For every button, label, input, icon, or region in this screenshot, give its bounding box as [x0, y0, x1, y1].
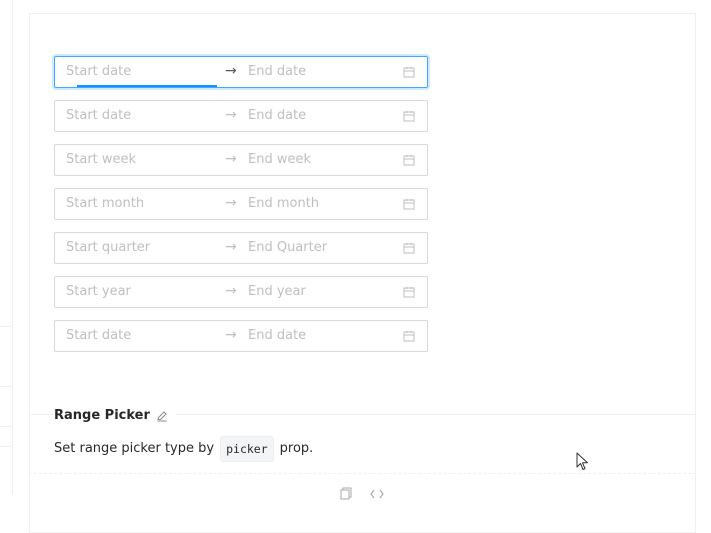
range-picker[interactable]: Start date → End date [54, 100, 428, 132]
start-date-input[interactable]: Start date [66, 101, 131, 131]
range-picker[interactable]: Start week → End week [54, 144, 428, 176]
start-date-input[interactable]: Start date [66, 321, 131, 351]
range-separator: → [225, 239, 237, 255]
range-picker[interactable]: Start year → End year [54, 276, 428, 308]
range-separator: → [225, 327, 237, 343]
calendar-icon [403, 198, 415, 210]
rail-divider [0, 426, 12, 427]
end-date-input[interactable]: End date [248, 321, 306, 351]
code-icon[interactable] [370, 486, 384, 500]
calendar-icon [403, 110, 415, 122]
range-separator: → [225, 107, 237, 123]
range-separator: → [225, 283, 237, 299]
calendar-icon [403, 330, 415, 342]
end-date-input[interactable]: End date [248, 101, 306, 131]
left-rail [0, 0, 13, 494]
range-picker[interactable]: Start month → End month [54, 188, 428, 220]
calendar-icon [403, 286, 415, 298]
rail-divider [0, 326, 12, 327]
rail-divider [0, 446, 12, 447]
calendar-icon [403, 242, 415, 254]
rail-divider [0, 386, 12, 387]
range-picker[interactable]: Start date → End date [54, 56, 428, 88]
end-date-input[interactable]: End year [248, 277, 306, 307]
end-date-input[interactable]: End month [248, 189, 319, 219]
calendar-icon [403, 154, 415, 166]
desc-prefix: Set range picker type by [54, 441, 215, 456]
range-picker[interactable]: Start date → End date [54, 320, 428, 352]
mouse-cursor-icon [576, 452, 588, 470]
demo-title: Range Picker [54, 406, 176, 426]
range-separator: → [225, 195, 237, 211]
active-input-bar [77, 85, 217, 87]
actions-divider [29, 473, 696, 474]
start-date-input[interactable]: Start quarter [66, 233, 150, 263]
code-box-actions [340, 486, 384, 500]
edit-icon[interactable] [156, 410, 168, 422]
end-date-input[interactable]: End Quarter [248, 233, 327, 263]
start-date-input[interactable]: Start year [66, 277, 131, 307]
start-date-input[interactable]: Start month [66, 189, 144, 219]
range-picker[interactable]: Start quarter → End Quarter [54, 232, 428, 264]
range-separator: → [225, 151, 237, 167]
end-date-input[interactable]: End date [248, 57, 306, 87]
demo-title-text: Range Picker [54, 408, 150, 423]
prop-code: picker [220, 436, 274, 462]
end-date-input[interactable]: End week [248, 145, 311, 175]
copy-icon[interactable] [340, 486, 354, 500]
start-date-input[interactable]: Start week [66, 145, 136, 175]
desc-suffix: prop. [279, 441, 314, 456]
start-date-input[interactable]: Start date [66, 57, 131, 87]
demo-description: Set range picker type by picker prop. [54, 436, 313, 462]
range-separator: → [225, 63, 237, 79]
calendar-icon [403, 66, 415, 78]
